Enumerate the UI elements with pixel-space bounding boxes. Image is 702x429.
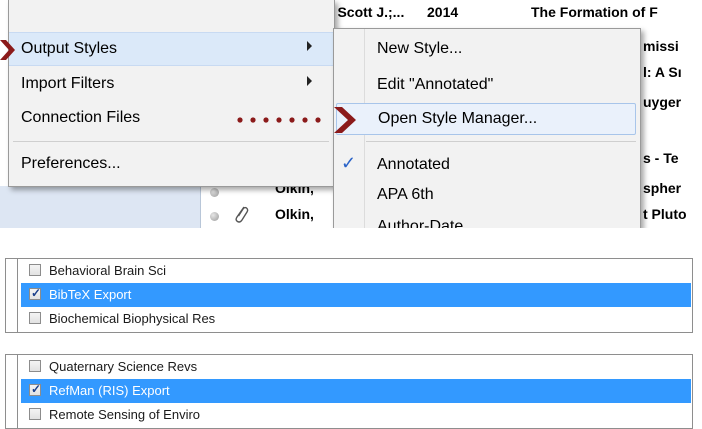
menu-item-preferences[interactable]: Preferences... [9,148,334,180]
menu-item-label: Preferences... [21,155,121,172]
sidebar-selection [0,186,200,228]
style-label: Behavioral Brain Sci [49,263,167,278]
paperclip-icon [235,206,249,223]
ref-year: 2014 [427,4,459,20]
submenu-arrow-icon [307,76,312,86]
style-row-biochemical-biophysical-res[interactable]: Biochemical Biophysical Res [21,307,691,331]
menu-separator [366,141,636,142]
menu-item-label: New Style... [377,40,463,57]
menu-item-label: Author-Date [377,218,464,228]
output-styles-submenu: New Style... Edit "Annotated" Open Style… [333,28,641,228]
style-label: RefMan (RIS) Export [49,383,170,398]
ref-author: Olkin, [275,206,314,222]
menu-item-label: APA 6th [377,186,434,203]
menu-item-label: Edit "Annotated" [377,76,494,93]
style-checkbox[interactable]: ✓ [29,382,42,396]
menu-item-label: Connection Files [21,109,141,126]
dotted-arrow-icon [237,107,356,133]
checkmark-icon: ✓ [31,382,42,396]
style-row-quaternary-science-revs[interactable]: Quaternary Science Revs [21,355,691,379]
checkmark-icon: ✓ [341,153,357,173]
list-border [17,355,18,428]
ref-title: missi [643,38,679,54]
edit-menu: Output Styles Import Filters Connection … [8,0,335,187]
menu-item-annotated[interactable]: ✓ Annotated [334,149,640,181]
pointer-chevron-icon [0,40,15,60]
menu-item-label: Open Style Manager... [378,110,538,127]
style-row-behavioral-brain-sci[interactable]: Behavioral Brain Sci [21,259,691,283]
menu-item-import-filters[interactable]: Import Filters [9,68,334,100]
checkmark-icon: ✓ [31,286,42,300]
style-label: Biochemical Biophysical Res [49,311,216,326]
style-checkbox[interactable] [29,312,41,324]
ref-title: The Formation of F [531,4,658,20]
dot-icon [210,188,219,197]
ref-author: ), Scott J.;... [325,4,405,20]
style-label: Remote Sensing of Enviro [49,407,201,422]
menu-item-output-styles[interactable]: Output Styles [9,32,334,66]
dot-icon [210,212,219,221]
ref-title: spher [643,180,682,196]
menu-item-label: Output Styles [21,40,118,57]
menu-item-edit-annotated[interactable]: Edit "Annotated" [334,69,640,101]
style-checkbox[interactable] [29,360,41,372]
style-checkbox[interactable] [29,264,41,276]
menu-item-label: Annotated [377,156,450,173]
ref-title: s - Te [643,150,679,166]
style-label: Quaternary Science Revs [49,359,198,374]
style-row-bibtex-export[interactable]: ✓ BibTeX Export [21,283,691,307]
list-border [17,259,18,332]
submenu-arrow-icon [307,41,312,51]
style-row-refman-ris-export[interactable]: ✓ RefMan (RIS) Export [21,379,691,403]
style-list-2: Quaternary Science Revs ✓ RefMan (RIS) E… [5,354,693,429]
menu-item-open-style-manager[interactable]: Open Style Manager... [336,103,636,135]
style-row-remote-sensing-of-enviro[interactable]: Remote Sensing of Enviro [21,403,691,427]
menu-item-label: Import Filters [21,75,115,92]
menu-item-new-style[interactable]: New Style... [334,33,640,65]
ref-title: l: A Sı [643,64,682,80]
ref-title: t Pluto [643,206,687,222]
menu-separator [13,141,329,142]
style-checkbox[interactable]: ✓ [29,286,42,300]
style-label: BibTeX Export [49,287,132,302]
style-checkbox[interactable] [29,408,41,420]
style-list-1: Behavioral Brain Sci ✓ BibTeX Export Bio… [5,258,693,333]
menu-item-apa-6th[interactable]: APA 6th [334,179,640,211]
menu-screenshot: ), Scott J.;... 2014 The Formation of F … [0,0,690,228]
ref-title: uyger [643,94,682,110]
menu-item-author-date[interactable]: Author-Date [334,211,640,228]
